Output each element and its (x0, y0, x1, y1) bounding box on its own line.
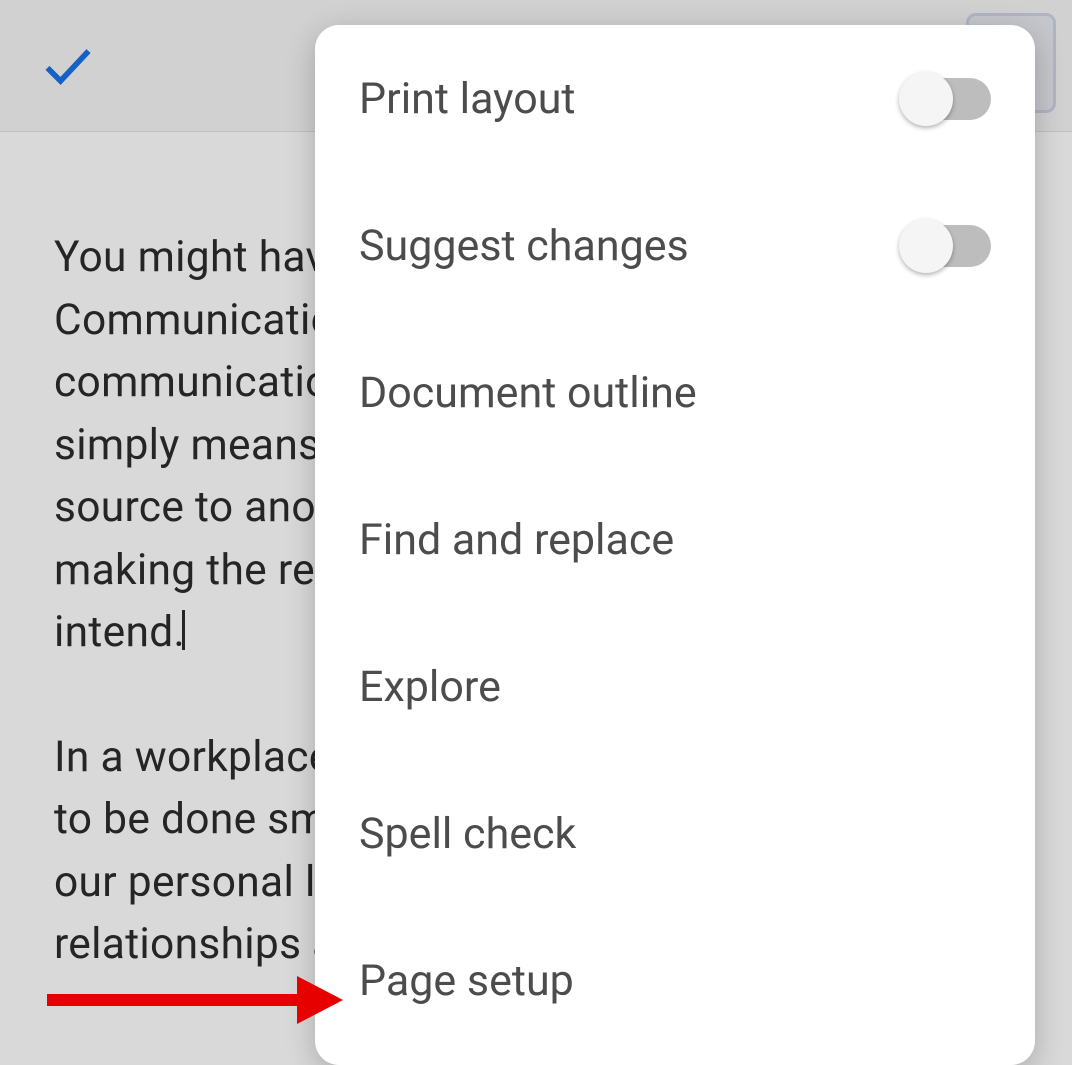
menu-item-document-outline[interactable]: Document outline (315, 319, 1035, 466)
text-cursor (182, 610, 185, 650)
menu-item-label: Document outline (359, 368, 991, 418)
menu-item-label: Page setup (359, 956, 991, 1006)
toggle-knob (899, 72, 953, 126)
menu-item-label: Print layout (359, 74, 905, 124)
menu-item-label: Find and replace (359, 515, 991, 565)
confirm-check-icon[interactable] (40, 38, 96, 94)
toggle-knob (899, 219, 953, 273)
menu-item-explore[interactable]: Explore (315, 613, 1035, 760)
menu-item-print-layout[interactable]: Print layout (315, 25, 1035, 172)
menu-item-label: Spell check (359, 809, 991, 859)
toggle-suggest-changes[interactable] (905, 225, 991, 267)
menu-item-suggest-changes[interactable]: Suggest changes (315, 172, 1035, 319)
menu-item-spell-check[interactable]: Spell check (315, 760, 1035, 907)
menu-item-label: Explore (359, 662, 991, 712)
toggle-print-layout[interactable] (905, 78, 991, 120)
menu-item-label: Suggest changes (359, 221, 905, 271)
overflow-menu: Print layout Suggest changes Document ou… (315, 25, 1035, 1065)
menu-item-find-replace[interactable]: Find and replace (315, 466, 1035, 613)
menu-item-page-setup[interactable]: Page setup (315, 907, 1035, 1054)
